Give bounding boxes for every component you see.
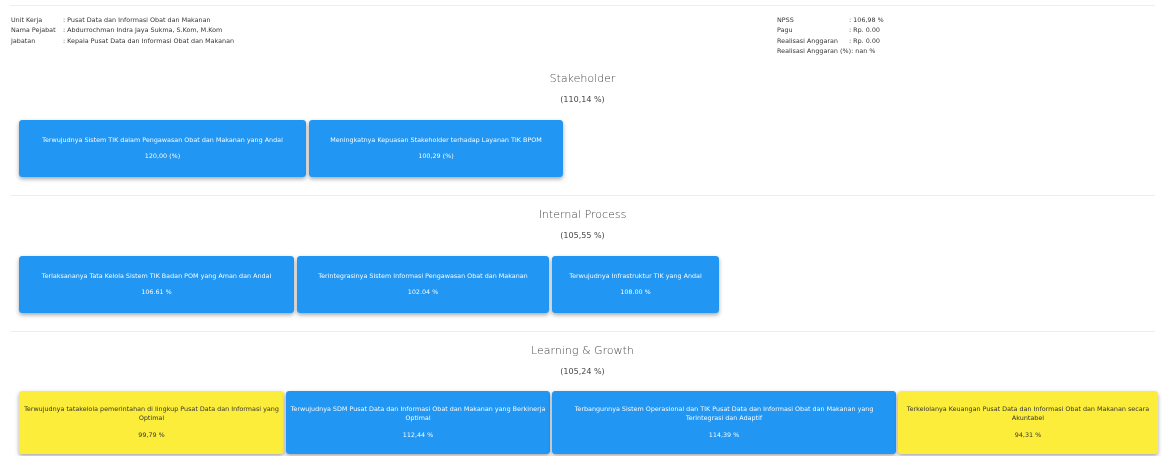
info-key: Pagu — [777, 26, 793, 35]
info-value: : nan % — [851, 47, 876, 56]
section-divider — [10, 331, 1155, 332]
info-value: : 106,98 % — [849, 16, 884, 24]
kpi-card-label: Terwujudnya tatakelola pemerintahan di l… — [24, 404, 279, 423]
info-key: Nama Pejabat — [11, 26, 56, 35]
kpi-card-label: Terwujudnya SDM Pusat Data dan Informasi… — [290, 404, 546, 423]
nama-pejabat-row: Nama Pejabat : Abdurrochman Indra Jaya S… — [11, 25, 234, 35]
kpi-card-value: 114,39 % — [708, 430, 740, 439]
kpi-card-label: Terbangunnya Sistem Operasional dan TIK … — [574, 404, 874, 423]
kpi-card-value: 112,44 % — [402, 430, 434, 439]
kpi-card[interactable]: Meningkatnya Kepuasan Stakeholder terhad… — [309, 120, 563, 177]
realisasi-anggaran-row: Realisasi Anggaran : Rp. 0.00 — [777, 36, 884, 46]
section-title-stakeholder: Stakeholder — [549, 72, 616, 85]
kpi-card[interactable]: Terkelolanya Keuangan Pusat Data dan Inf… — [898, 391, 1158, 454]
unit-kerja-row: Unit Kerja : Pusat Data dan Informasi Ob… — [11, 15, 234, 25]
info-key: Jabatan — [11, 36, 36, 45]
kpi-card-value: 102.04 % — [407, 288, 439, 296]
kpi-card-label: Terintegrasinya Sistem Informasi Pengawa… — [318, 271, 528, 280]
section-score-learning-growth: (105,24 %) — [560, 367, 605, 376]
info-value: : Kepala Pusat Data dan Informasi Obat d… — [63, 36, 235, 45]
info-value: : Pusat Data dan Informasi Obat dan Maka… — [63, 16, 211, 24]
kpi-card-value: 99,79 % — [138, 430, 165, 439]
kpi-card-value: 100,29 (%) — [418, 152, 454, 160]
kpi-card-value: 94,31 % — [1014, 430, 1042, 439]
kpi-card-label: Terkelolanya Keuangan Pusat Data dan Inf… — [906, 404, 1150, 423]
section-score-stakeholder: (110,14 %) — [560, 95, 605, 104]
kpi-card[interactable]: Terwujudnya Infrastruktur TIK yang Andal… — [552, 256, 719, 313]
kpi-card[interactable]: Terwujudnya tatakelola pemerintahan di l… — [19, 391, 284, 454]
realisasi-anggaran-pct-row: Realisasi Anggaran (%) : nan % — [777, 46, 884, 56]
kpi-card[interactable]: Terintegrasinya Sistem Informasi Pengawa… — [297, 256, 549, 313]
top-divider — [10, 5, 1155, 6]
unit-info: Unit Kerja : Pusat Data dan Informasi Ob… — [11, 15, 234, 46]
kpi-card[interactable]: Terwujudnya Sistem TIK dalam Pengawasan … — [19, 120, 306, 177]
kpi-card-value: 120,00 (%) — [144, 152, 181, 160]
kpi-card[interactable]: Terwujudnya SDM Pusat Data dan Informasi… — [286, 391, 550, 454]
info-key: Unit Kerja — [11, 16, 43, 24]
budget-info: NPSS : 106,98 % Pagu : Rp. 0.00 Realisas… — [777, 15, 884, 57]
kpi-card-label: Meningkatnya Kepuasan Stakeholder terhad… — [330, 135, 542, 144]
info-value: : Rp. 0.00 — [849, 26, 880, 35]
npss-row: NPSS : 106,98 % — [777, 15, 884, 25]
section-title-internal-process: Internal Process — [538, 208, 627, 221]
jabatan-row: Jabatan : Kepala Pusat Data dan Informas… — [11, 36, 234, 46]
section-divider — [10, 195, 1155, 196]
kpi-card-label: Terlaksananya Tata Kelola Sistem TIK Bad… — [41, 271, 272, 280]
info-key: Realisasi Anggaran — [777, 36, 838, 45]
section-score-internal-process: (105,55 %) — [560, 231, 605, 240]
info-value: : Abdurrochman Indra Jaya Sukma, S.Kom, … — [63, 26, 223, 35]
info-value: : Rp. 0.00 — [849, 36, 880, 45]
pagu-row: Pagu : Rp. 0.00 — [777, 25, 884, 35]
info-key: NPSS — [777, 16, 794, 24]
section-title-learning-growth: Learning & Growth — [531, 344, 634, 357]
kpi-card[interactable]: Terlaksananya Tata Kelola Sistem TIK Bad… — [19, 256, 294, 313]
kpi-card[interactable]: Terbangunnya Sistem Operasional dan TIK … — [552, 391, 896, 454]
kpi-card-label: Terwujudnya Infrastruktur TIK yang Andal — [569, 271, 702, 280]
kpi-card-value: 108.00 % — [620, 288, 651, 296]
kpi-card-value: 106.61 % — [141, 288, 172, 296]
info-key: Realisasi Anggaran (%) — [777, 47, 852, 56]
kpi-card-label: Terwujudnya Sistem TIK dalam Pengawasan … — [42, 135, 283, 144]
